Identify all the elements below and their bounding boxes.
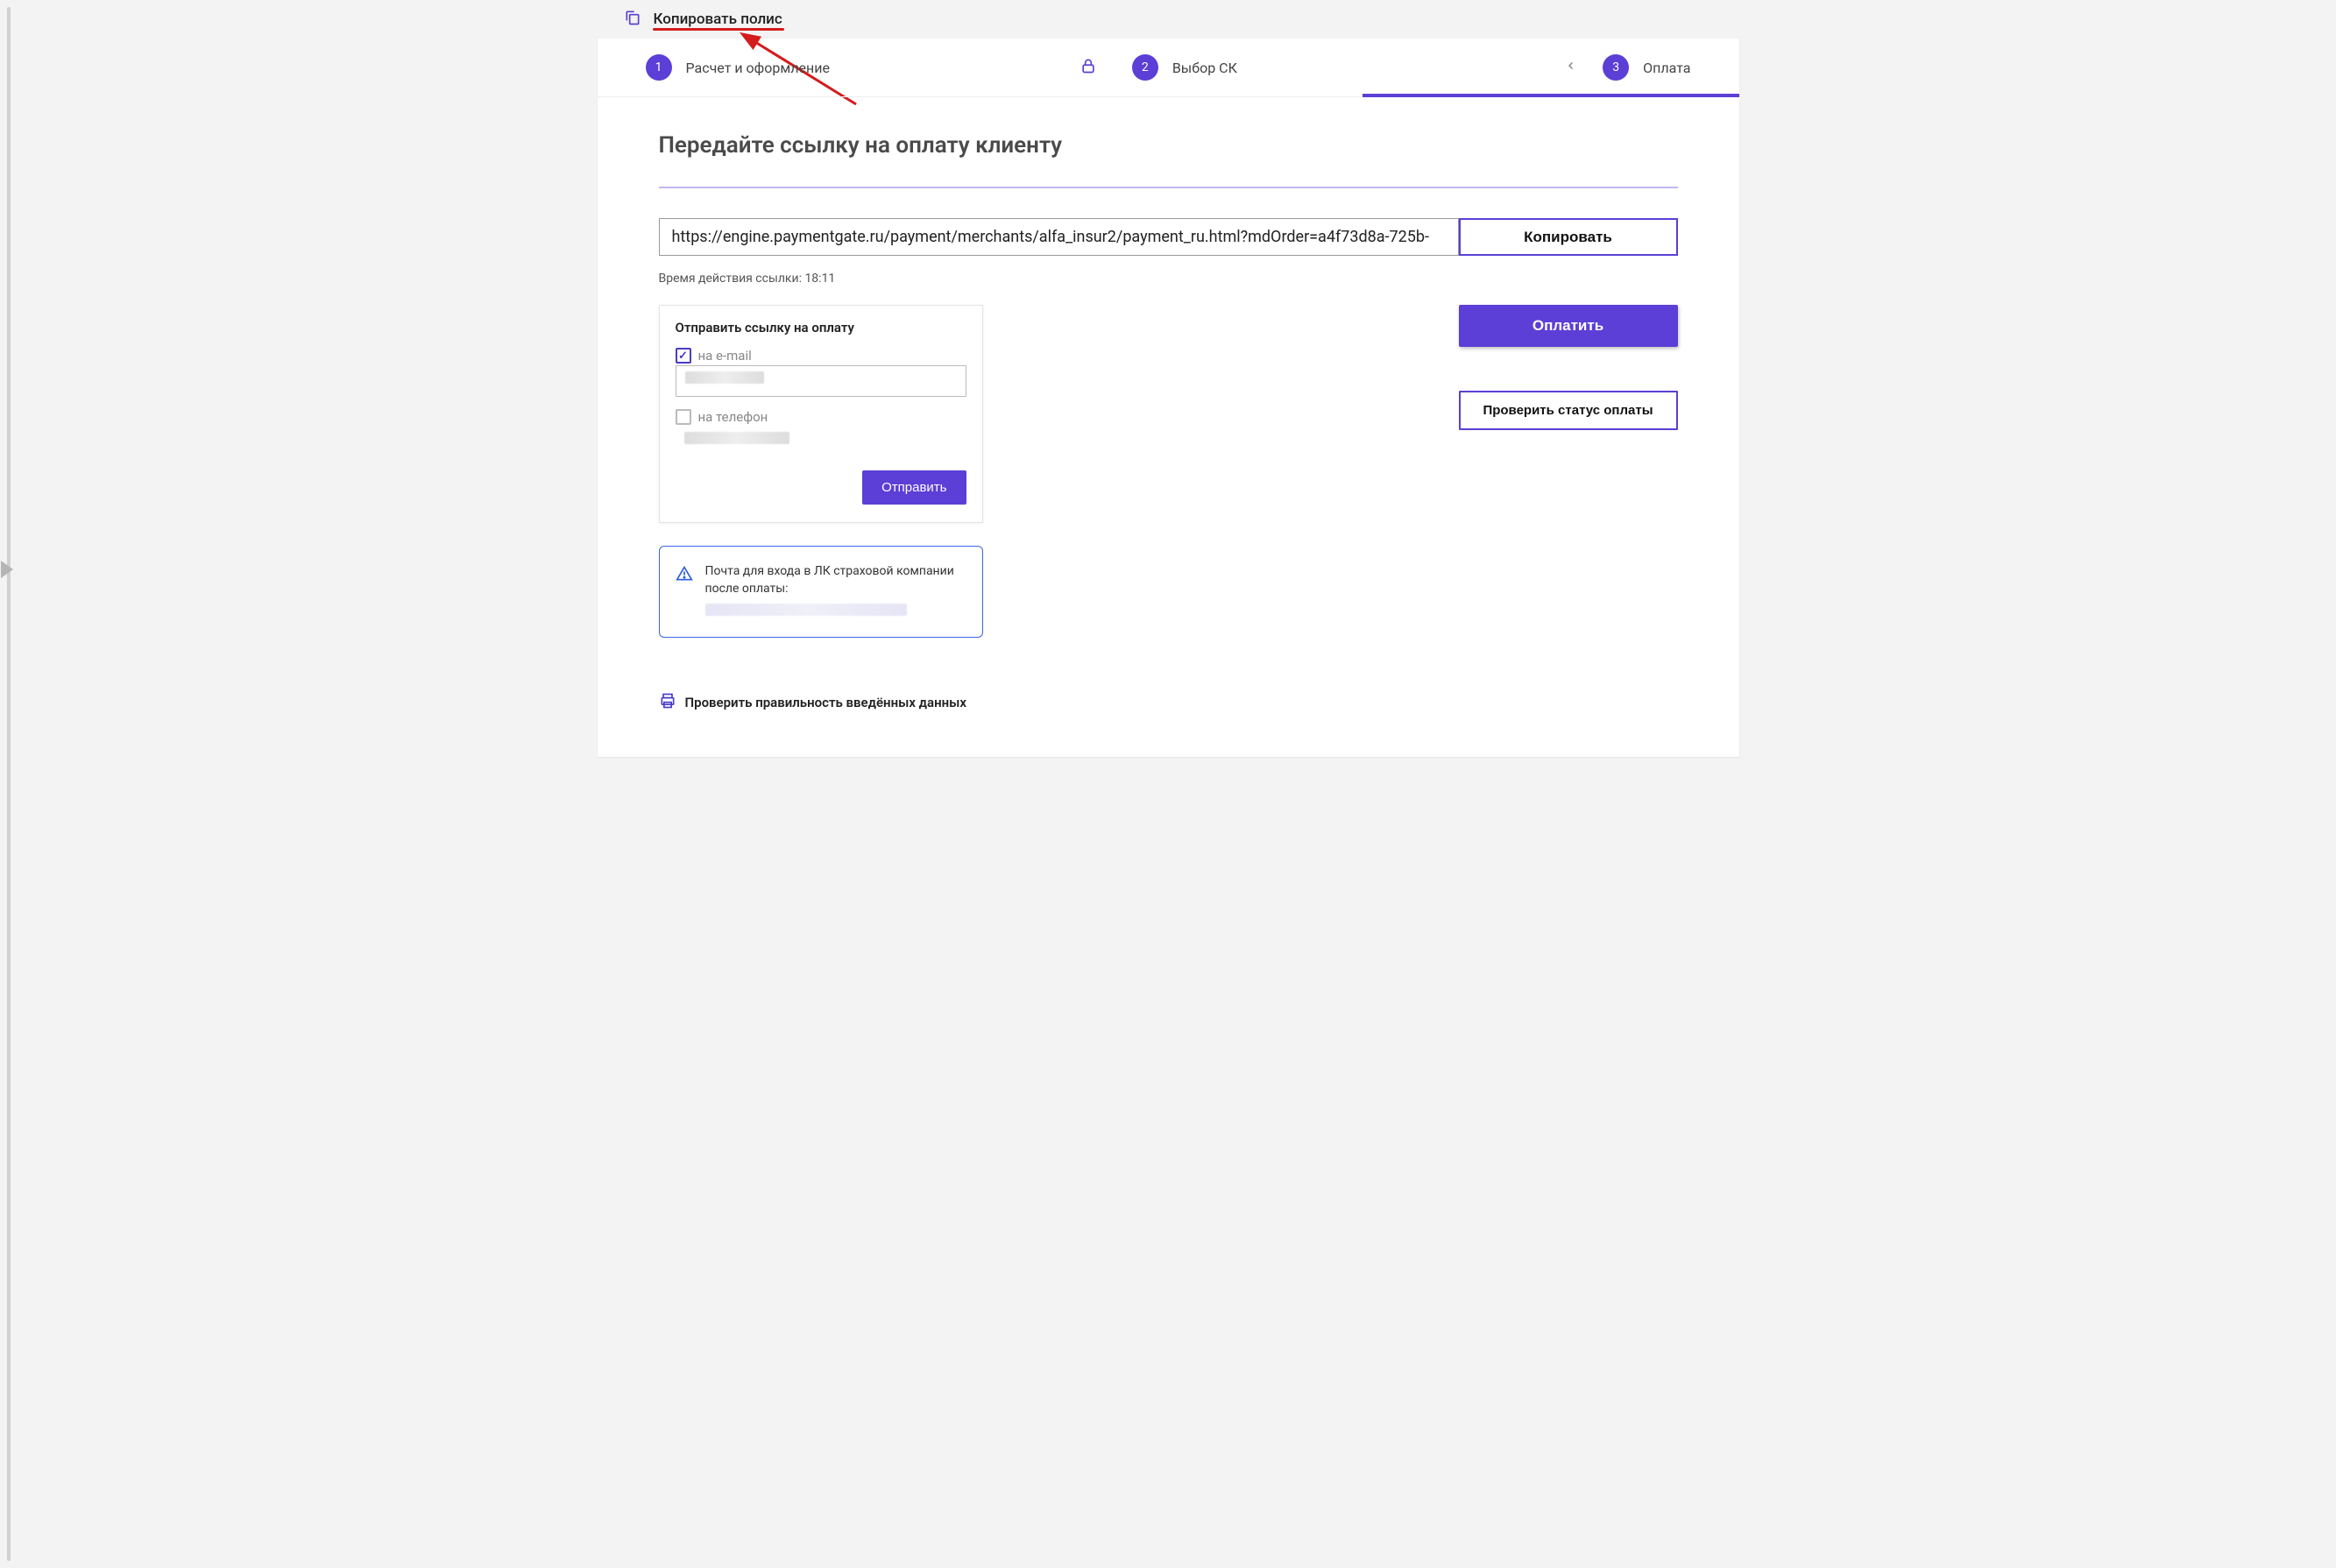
phone-checkbox-label: на телефон bbox=[698, 409, 768, 425]
step-2[interactable]: 2 Выбор СК bbox=[1132, 54, 1566, 81]
redacted-phone bbox=[684, 432, 789, 444]
send-panel-title: Отправить ссылку на оплату bbox=[676, 320, 966, 335]
send-link-panel: Отправить ссылку на оплату на e-mail на … bbox=[659, 305, 983, 523]
copy-url-button[interactable]: Копировать bbox=[1459, 218, 1678, 256]
pay-button[interactable]: Оплатить bbox=[1459, 305, 1678, 347]
step-3-label: Оплата bbox=[1643, 60, 1690, 76]
lock-icon bbox=[1080, 57, 1097, 78]
phone-checkbox[interactable] bbox=[676, 409, 691, 425]
redacted-login-email bbox=[705, 604, 907, 616]
redacted-email bbox=[685, 371, 764, 384]
page-title: Передайте ссылку на оплату клиенту bbox=[659, 132, 1678, 159]
warning-icon bbox=[676, 565, 693, 586]
timer-prefix: Время действия ссылки: bbox=[659, 272, 805, 286]
divider bbox=[659, 187, 1678, 188]
collapse-handle[interactable] bbox=[1, 561, 13, 578]
phone-input[interactable] bbox=[676, 427, 966, 458]
email-checkbox[interactable] bbox=[676, 348, 691, 364]
step-2-circle: 2 bbox=[1132, 54, 1158, 81]
copy-icon[interactable] bbox=[624, 9, 641, 30]
topbar: Копировать полис bbox=[584, 0, 1752, 39]
copy-policy-link[interactable]: Копировать полис bbox=[654, 11, 782, 28]
annotation-underline bbox=[653, 28, 784, 31]
step-3[interactable]: 3 Оплата bbox=[1566, 54, 1690, 81]
step-1-circle: 1 bbox=[646, 54, 672, 81]
link-timer: Время действия ссылки: 18:11 bbox=[659, 272, 1678, 286]
info-box: Почта для входа в ЛК страховой компании … bbox=[659, 546, 983, 638]
check-status-button[interactable]: Проверить статус оплаты bbox=[1459, 391, 1678, 430]
email-input[interactable] bbox=[676, 365, 966, 397]
step-3-circle: 3 bbox=[1603, 54, 1629, 81]
main-card: 1 Расчет и оформление 2 Выбор СК 3 Оплат… bbox=[598, 39, 1739, 757]
print-icon bbox=[659, 692, 676, 713]
step-1-label: Расчет и оформление bbox=[686, 60, 830, 76]
step-2-label: Выбор СК bbox=[1172, 60, 1237, 76]
send-button[interactable]: Отправить bbox=[862, 470, 966, 505]
chevron-left-icon[interactable] bbox=[1566, 60, 1576, 74]
payment-url-field[interactable]: https://engine.paymentgate.ru/payment/me… bbox=[659, 218, 1459, 256]
timer-value: 18:11 bbox=[804, 272, 835, 286]
stepper: 1 Расчет и оформление 2 Выбор СК 3 Оплат… bbox=[598, 39, 1739, 97]
info-text: Почта для входа в ЛК страховой компании … bbox=[705, 564, 954, 596]
left-rail bbox=[7, 7, 11, 1561]
verify-data-label: Проверить правильность введённых данных bbox=[685, 695, 966, 710]
step-1[interactable]: 1 Расчет и оформление bbox=[646, 54, 1080, 81]
verify-data-link[interactable]: Проверить правильность введённых данных bbox=[659, 692, 1678, 713]
email-checkbox-label: на e-mail bbox=[698, 348, 752, 364]
